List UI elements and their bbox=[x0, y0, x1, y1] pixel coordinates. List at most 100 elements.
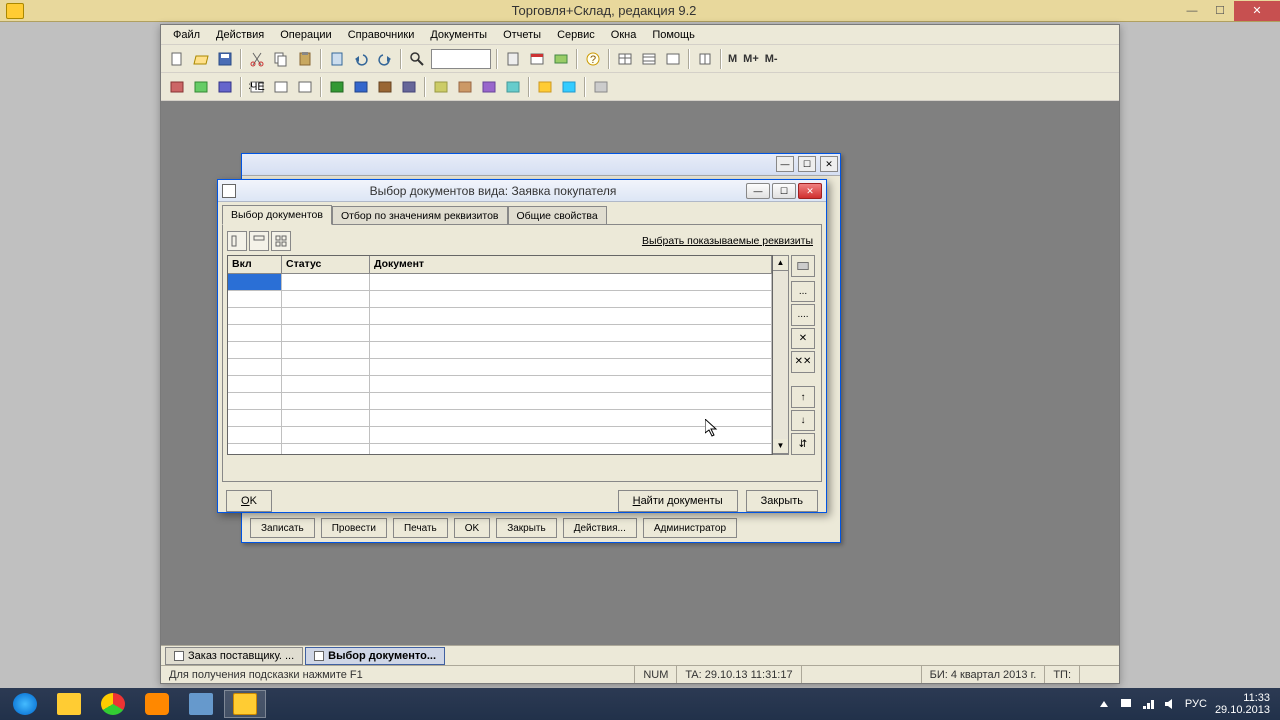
tb2-9[interactable] bbox=[374, 76, 396, 98]
tb-grid2-icon[interactable] bbox=[638, 48, 660, 70]
menu-reports[interactable]: Отчеты bbox=[495, 27, 549, 43]
close-button[interactable]: Закрыть bbox=[746, 490, 818, 512]
taskbar-notes-icon[interactable] bbox=[180, 690, 222, 718]
tb2-12[interactable] bbox=[454, 76, 476, 98]
col-status[interactable]: Статус bbox=[282, 256, 370, 273]
tb2-7[interactable] bbox=[326, 76, 348, 98]
grid-body[interactable] bbox=[228, 274, 772, 454]
tb-help-icon[interactable]: ? bbox=[582, 48, 604, 70]
tb-cut-icon[interactable] bbox=[246, 48, 268, 70]
tb2-5[interactable] bbox=[270, 76, 292, 98]
dialog-titlebar[interactable]: Выбор документов вида: Заявка покупателя… bbox=[218, 180, 826, 202]
tb2-8[interactable] bbox=[350, 76, 372, 98]
menu-operations[interactable]: Операции bbox=[272, 27, 339, 43]
side-dots[interactable]: ... bbox=[791, 281, 815, 303]
side-down[interactable]: ↓ bbox=[791, 410, 815, 432]
bg-btn-post[interactable]: Провести bbox=[321, 518, 387, 538]
tray-lang[interactable]: РУС bbox=[1185, 698, 1207, 710]
tb2-3[interactable] bbox=[214, 76, 236, 98]
tb2-4[interactable]: СЧЕТ bbox=[246, 76, 268, 98]
documents-grid[interactable]: Вкл Статус Документ bbox=[227, 255, 773, 455]
view-btn-2[interactable] bbox=[249, 231, 269, 251]
taskbar-mail-icon[interactable] bbox=[136, 690, 178, 718]
tb2-13[interactable] bbox=[478, 76, 500, 98]
taskbar-ie-icon[interactable] bbox=[4, 690, 46, 718]
menu-windows[interactable]: Окна bbox=[603, 27, 645, 43]
mdi-tab-selection[interactable]: Выбор документо... bbox=[305, 647, 445, 665]
tb2-15[interactable] bbox=[534, 76, 556, 98]
tb-calc-icon[interactable] bbox=[502, 48, 524, 70]
tb2-1[interactable] bbox=[166, 76, 188, 98]
tb2-16[interactable] bbox=[558, 76, 580, 98]
tb2-10[interactable] bbox=[398, 76, 420, 98]
tab-filter[interactable]: Отбор по значениям реквизитов bbox=[332, 206, 508, 225]
menu-help[interactable]: Помощь bbox=[644, 27, 703, 43]
tb-paste-icon[interactable] bbox=[294, 48, 316, 70]
bg-btn-record[interactable]: Записать bbox=[250, 518, 315, 538]
side-settings-icon[interactable] bbox=[791, 255, 815, 277]
col-document[interactable]: Документ bbox=[370, 256, 772, 273]
menu-actions[interactable]: Действия bbox=[208, 27, 272, 43]
side-sort[interactable]: ⇵ bbox=[791, 433, 815, 455]
find-documents-button[interactable]: Найти документы bbox=[618, 490, 738, 512]
tray-flag-icon[interactable] bbox=[1119, 697, 1133, 711]
os-maximize-button[interactable]: ☐ bbox=[1206, 1, 1234, 21]
tb-book-icon[interactable] bbox=[694, 48, 716, 70]
tb-copy-icon[interactable] bbox=[270, 48, 292, 70]
tb-new-icon[interactable] bbox=[166, 48, 188, 70]
view-btn-1[interactable] bbox=[227, 231, 247, 251]
side-double-dots[interactable]: .... bbox=[791, 304, 815, 326]
tb-save-icon[interactable] bbox=[214, 48, 236, 70]
choose-fields-link[interactable]: Выбрать показываемые реквизиты bbox=[642, 235, 817, 247]
scroll-down-icon[interactable]: ▼ bbox=[773, 439, 788, 454]
col-on[interactable]: Вкл bbox=[228, 256, 282, 273]
tray-up-icon[interactable] bbox=[1097, 697, 1111, 711]
tab-general[interactable]: Общие свойства bbox=[508, 206, 607, 225]
mdi-child-max-icon[interactable]: ☐ bbox=[798, 156, 816, 172]
scroll-up-icon[interactable]: ▲ bbox=[773, 256, 788, 271]
tb-undo-icon[interactable] bbox=[350, 48, 372, 70]
taskbar-explorer-icon[interactable] bbox=[48, 690, 90, 718]
bg-btn-print[interactable]: Печать bbox=[393, 518, 448, 538]
bg-btn-actions[interactable]: Действия... bbox=[563, 518, 637, 538]
tray-sound-icon[interactable] bbox=[1163, 697, 1177, 711]
tb-grid1-icon[interactable] bbox=[614, 48, 636, 70]
ok-button[interactable]: OOKK bbox=[226, 490, 272, 512]
side-up[interactable]: ↑ bbox=[791, 386, 815, 408]
tb2-17[interactable] bbox=[590, 76, 612, 98]
tb-mplus[interactable]: M+ bbox=[740, 53, 762, 65]
tray-network-icon[interactable] bbox=[1141, 697, 1155, 711]
tb-btn-a[interactable] bbox=[550, 48, 572, 70]
dialog-close-button[interactable]: ✕ bbox=[798, 183, 822, 199]
mdi-child-close-icon[interactable]: ✕ bbox=[820, 156, 838, 172]
view-btn-3[interactable] bbox=[271, 231, 291, 251]
tb-open-icon[interactable] bbox=[190, 48, 212, 70]
menu-file[interactable]: Файл bbox=[165, 27, 208, 43]
os-minimize-button[interactable]: — bbox=[1178, 1, 1206, 21]
tray-clock[interactable]: 11:33 29.10.2013 bbox=[1215, 692, 1270, 716]
tb-doc1-icon[interactable] bbox=[326, 48, 348, 70]
mdi-child-min-icon[interactable]: — bbox=[776, 156, 794, 172]
tb-cal-icon[interactable] bbox=[526, 48, 548, 70]
tb2-11[interactable] bbox=[430, 76, 452, 98]
tb-grid3-icon[interactable] bbox=[662, 48, 684, 70]
tb2-14[interactable] bbox=[502, 76, 524, 98]
tab-doc-select[interactable]: Выбор документов bbox=[222, 205, 332, 225]
mdi-child-order-titlebar[interactable]: ✕ ☐ — bbox=[242, 154, 840, 176]
tb-find-icon[interactable] bbox=[406, 48, 428, 70]
taskbar-app-icon[interactable] bbox=[224, 690, 266, 718]
tb-m[interactable]: M bbox=[725, 53, 740, 65]
side-xx[interactable]: ✕✕ bbox=[791, 351, 815, 373]
bg-btn-admin[interactable]: Администратор bbox=[643, 518, 737, 538]
tb-redo-icon[interactable] bbox=[374, 48, 396, 70]
bg-btn-ok[interactable]: OK bbox=[454, 518, 490, 538]
menu-documents[interactable]: Документы bbox=[422, 27, 495, 43]
mdi-tab-order[interactable]: Заказ поставщику. ... bbox=[165, 647, 303, 665]
dialog-max-button[interactable]: ☐ bbox=[772, 183, 796, 199]
tb-mminus[interactable]: M- bbox=[762, 53, 781, 65]
bg-btn-close[interactable]: Закрыть bbox=[496, 518, 557, 538]
menu-service[interactable]: Сервис bbox=[549, 27, 603, 43]
tb-find-combo[interactable] bbox=[431, 49, 491, 69]
side-x[interactable]: ✕ bbox=[791, 328, 815, 350]
os-close-button[interactable]: ✕ bbox=[1234, 1, 1280, 21]
